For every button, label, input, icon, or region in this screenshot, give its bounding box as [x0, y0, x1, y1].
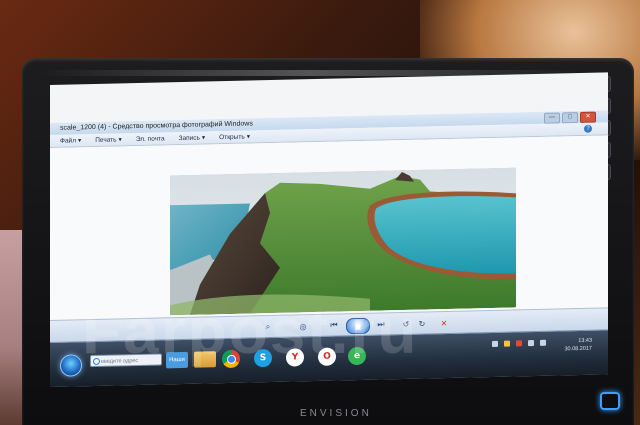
minimize-button[interactable]: — — [544, 112, 560, 124]
chevron-down-icon: ▾ — [201, 134, 206, 142]
menu-print[interactable]: Печать ▾ — [95, 135, 122, 144]
menu-email[interactable]: Эл. почта — [136, 135, 165, 143]
monitor-brand: ENVISION — [300, 408, 372, 419]
menu-open-label: Открыть — [219, 133, 245, 141]
menu-print-label: Печать — [95, 135, 117, 144]
menu-file-label: Файл — [60, 136, 76, 145]
chevron-down-icon: ▾ — [246, 133, 250, 141]
menu-burn[interactable]: Запись ▾ — [179, 133, 206, 142]
maximize-button[interactable]: □ — [562, 112, 578, 124]
menu-open[interactable]: Открыть ▾ — [219, 132, 250, 141]
power-icon[interactable] — [600, 392, 620, 410]
close-button[interactable]: ✕ — [580, 111, 596, 123]
chevron-down-icon: ▾ — [77, 137, 82, 145]
chevron-down-icon: ▾ — [118, 136, 122, 144]
landscape-photo-art — [170, 167, 516, 316]
menu-burn-label: Запись — [178, 134, 200, 142]
start-button[interactable] — [60, 354, 82, 377]
photo-viewer-area — [50, 135, 608, 320]
landscape-photo — [170, 167, 516, 316]
watermark: Farpost.ru — [82, 295, 419, 367]
help-icon[interactable]: ? — [584, 124, 592, 133]
menu-file[interactable]: Файл ▾ — [60, 136, 81, 144]
menu-email-label: Эл. почта — [135, 134, 165, 143]
